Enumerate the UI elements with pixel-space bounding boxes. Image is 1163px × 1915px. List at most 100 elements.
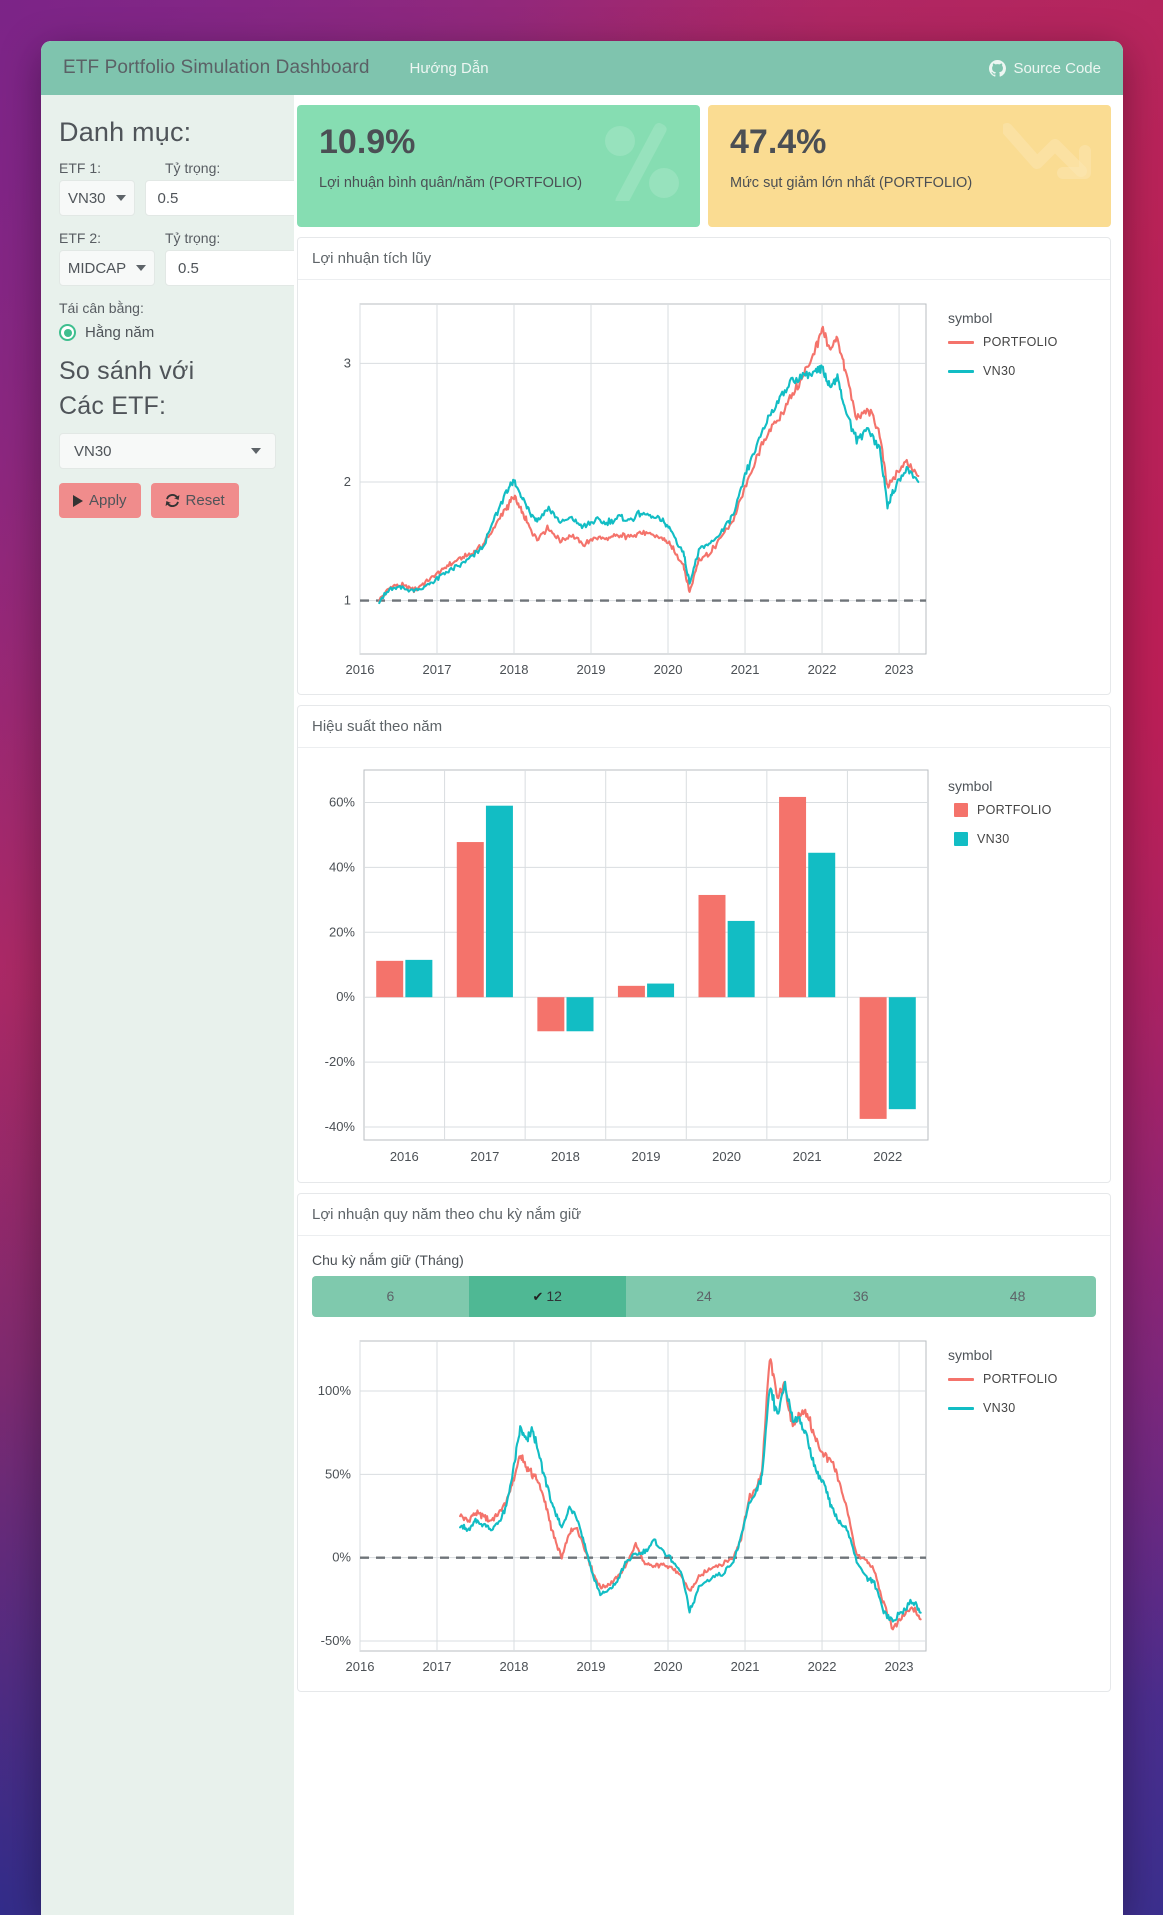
- svg-text:2023: 2023: [885, 1659, 914, 1674]
- apply-button[interactable]: Apply: [59, 483, 141, 518]
- legend-swatch-portfolio: [948, 1377, 974, 1381]
- etf1-label: ETF 1:: [59, 160, 102, 176]
- etf2-selected-value: MIDCAP: [67, 259, 127, 277]
- svg-text:2: 2: [344, 474, 351, 489]
- navbar: ETF Portfolio Simulation Dashboard Hướng…: [41, 41, 1123, 95]
- svg-text:2022: 2022: [808, 1659, 837, 1674]
- holding-period-option-48[interactable]: 48: [939, 1276, 1096, 1317]
- holding-period-option-36[interactable]: 36: [782, 1276, 940, 1317]
- sidebar-title: Danh mục:: [59, 117, 192, 147]
- main-content: 10.9% Lợi nhuận bình quân/năm (PORTFOLIO…: [294, 95, 1123, 1915]
- etf2-select[interactable]: MIDCAP: [59, 250, 155, 286]
- panel-body: 2016 2017 2018 2019 2020 2021 2022 2023 1 2 3 symb…: [298, 280, 1110, 694]
- svg-text:100%: 100%: [318, 1383, 352, 1398]
- option-label: 36: [853, 1288, 869, 1304]
- app-title: ETF Portfolio Simulation Dashboard: [63, 57, 370, 78]
- legend-item[interactable]: VN30: [948, 364, 1098, 378]
- legend-item[interactable]: PORTFOLIO: [948, 335, 1098, 349]
- chart-annual-performance: -40% -20% 0% 20% 40% 60% 2016 2017 2018 2019 2020 2…: [298, 754, 1110, 1174]
- holding-period-option-6[interactable]: 6: [312, 1276, 469, 1317]
- holding-period-label: Chu kỳ nắm giữ (Tháng): [312, 1252, 464, 1268]
- legend-rolling: symbol PORTFOLIO VN30: [948, 1323, 1098, 1430]
- legend-swatch-vn30: [954, 832, 968, 846]
- legend-label: PORTFOLIO: [983, 335, 1058, 349]
- svg-text:2021: 2021: [731, 1659, 760, 1674]
- svg-text:50%: 50%: [325, 1466, 351, 1481]
- svg-text:2021: 2021: [731, 662, 760, 677]
- svg-text:0%: 0%: [332, 1550, 351, 1565]
- radio-icon: [59, 324, 76, 341]
- legend-item[interactable]: PORTFOLIO: [948, 803, 1098, 817]
- svg-text:-40%: -40%: [325, 1119, 356, 1134]
- legend-title: symbol: [948, 1347, 993, 1363]
- svg-text:2018: 2018: [500, 662, 529, 677]
- option-label: 12: [546, 1288, 562, 1304]
- app-window: ETF Portfolio Simulation Dashboard Hướng…: [41, 41, 1123, 1915]
- panel-title: Hiệu suất theo năm: [298, 706, 1110, 748]
- nav-link-guide[interactable]: Hướng Dẫn: [409, 60, 488, 77]
- svg-text:-20%: -20%: [325, 1054, 356, 1069]
- option-label: 24: [696, 1288, 712, 1304]
- chart-cumulative-returns: 2016 2017 2018 2019 2020 2021 2022 2023 1 2 3 symb…: [298, 286, 1110, 686]
- legend-swatch-vn30: [948, 1406, 974, 1410]
- check-icon: ✔: [532, 1289, 544, 1304]
- refresh-icon: [165, 493, 179, 508]
- svg-text:40%: 40%: [329, 859, 355, 874]
- etf1-select[interactable]: VN30: [59, 180, 135, 216]
- legend-cumulative: symbol PORTFOLIO VN30: [948, 286, 1098, 393]
- svg-text:2019: 2019: [577, 662, 606, 677]
- panel-body: -40% -20% 0% 20% 40% 60% 2016 2017 2018 2019 2020 2…: [298, 748, 1110, 1182]
- sidebar: Danh mục: ETF 1: Tỷ trọng: VN30 ETF 2: T…: [41, 95, 390, 1915]
- svg-text:2023: 2023: [885, 662, 914, 677]
- reset-button-label: Reset: [185, 492, 225, 509]
- chart-rolling-returns: 2016 2017 2018 2019 2020 2021 2022 2023 -50% 0% 50…: [298, 1323, 1110, 1683]
- percent-icon: [605, 123, 679, 201]
- legend-title: symbol: [948, 310, 993, 326]
- etf1-weight-label: Tỷ trọng:: [165, 160, 221, 176]
- legend-item[interactable]: VN30: [948, 1401, 1098, 1415]
- option-label: 6: [386, 1288, 395, 1304]
- rebalance-option-annual[interactable]: Hằng năm: [59, 324, 276, 341]
- holding-period-option-12[interactable]: ✔ 12: [468, 1276, 626, 1317]
- legend-label: VN30: [977, 832, 1010, 846]
- svg-text:2017: 2017: [423, 662, 452, 677]
- etf2-labels: ETF 2: Tỷ trọng:: [59, 230, 276, 246]
- svg-text:60%: 60%: [329, 794, 355, 809]
- legend-title: symbol: [948, 778, 993, 794]
- panel-title: Lợi nhuận tích lũy: [298, 238, 1110, 280]
- etf1-controls: VN30: [59, 180, 370, 216]
- rebalance-option-label: Hằng năm: [85, 324, 155, 341]
- etf2-controls: MIDCAP: [59, 250, 390, 286]
- svg-text:2020: 2020: [654, 662, 683, 677]
- kpi-card-max-drawdown: 47.4% Mức sụt giảm lớn nhất (PORTFOLIO): [708, 105, 1111, 227]
- etf2-label: ETF 2:: [59, 230, 102, 246]
- svg-text:2017: 2017: [470, 1149, 499, 1164]
- legend-label: VN30: [983, 1401, 1016, 1415]
- kpi-cards: 10.9% Lợi nhuận bình quân/năm (PORTFOLIO…: [297, 105, 1111, 227]
- svg-text:2020: 2020: [654, 1659, 683, 1674]
- trend-down-icon: [1003, 123, 1091, 179]
- legend-swatch-portfolio: [948, 340, 974, 344]
- github-icon: [989, 59, 1007, 77]
- legend-item[interactable]: PORTFOLIO: [948, 1372, 1098, 1386]
- panel-body: Chu kỳ nắm giữ (Tháng) 6 ✔ 12 24 36 48 2…: [298, 1236, 1110, 1691]
- svg-text:2022: 2022: [808, 662, 837, 677]
- panel-annual-performance: Hiệu suất theo năm -40% -20% 0% 20% 40% 60% 20…: [297, 705, 1111, 1183]
- svg-text:2020: 2020: [712, 1149, 741, 1164]
- chevron-down-icon: [115, 195, 126, 201]
- holding-period-option-24[interactable]: 24: [625, 1276, 783, 1317]
- etf2-weight-label: Tỷ trọng:: [165, 230, 221, 246]
- legend-item[interactable]: VN30: [948, 832, 1098, 846]
- legend-label: VN30: [983, 364, 1016, 378]
- nav-link-source-code[interactable]: Source Code: [989, 59, 1101, 77]
- svg-text:2021: 2021: [793, 1149, 822, 1164]
- svg-text:20%: 20%: [329, 924, 355, 939]
- reset-button[interactable]: Reset: [150, 483, 239, 518]
- legend-annual: symbol PORTFOLIO VN30: [948, 754, 1098, 861]
- legend-label: PORTFOLIO: [977, 803, 1052, 817]
- rebalance-label: Tái cân bằng:: [59, 300, 144, 316]
- line-chart-cumulative: 2016 2017 2018 2019 2020 2021 2022 2023 1 2 3: [344, 303, 927, 677]
- compare-etf-select[interactable]: VN30: [59, 433, 276, 469]
- action-buttons: Apply Reset: [59, 483, 276, 518]
- svg-text:-50%: -50%: [321, 1633, 352, 1648]
